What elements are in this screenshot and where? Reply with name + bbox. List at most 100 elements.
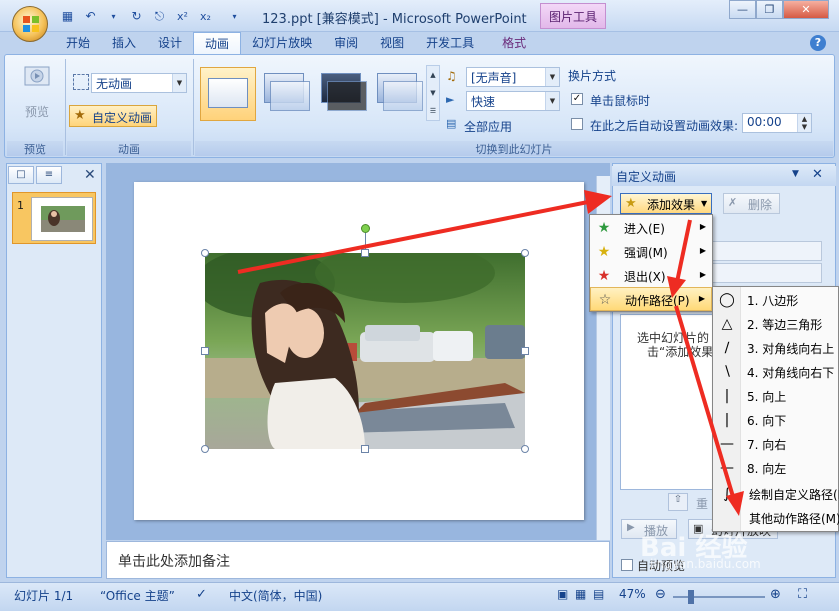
fit-window-icon[interactable]: ⛶ [798,587,807,602]
slides-tab-icon[interactable]: □ [8,166,34,184]
superscript-icon[interactable]: x² [173,7,192,25]
zoom-out-icon[interactable]: ⊖ [655,587,666,602]
tab-animations[interactable]: 动画 [193,32,242,54]
apply-all-button[interactable]: ▤ 全部应用 [446,115,556,135]
transition-fade-2[interactable] [317,69,367,113]
resize-handle[interactable] [521,445,529,453]
line-down-icon: | [724,412,730,428]
menu-item-label: 2. 等边三角形 [747,318,823,332]
menu-item-label: 5. 向上 [747,390,787,404]
view-slideshow-icon[interactable]: ▤ [593,587,604,601]
on-click-checkbox[interactable]: ✓ [571,93,583,105]
status-language: 中文(简体，中国) [229,589,323,603]
animation-combo[interactable]: 无动画 ▼ [91,73,187,93]
window-title: 123.ppt [兼容模式] - Microsoft PowerPoint [262,12,527,27]
chevron-down-icon: ▼ [701,199,708,208]
delete-button[interactable]: ✗ 删除 [723,193,780,214]
notes-pane[interactable]: 单击此处添加备注 [106,541,610,579]
menu-item-right[interactable]: — 7. 向右 [713,432,839,456]
resize-handle[interactable] [521,249,529,257]
sound-combo[interactable]: [无声音] ▼ [466,67,560,87]
zoom-thumb[interactable] [688,590,694,604]
sound-combo-value: [无声音] [471,71,517,85]
tab-slideshow[interactable]: 幻灯片放映 [241,32,323,54]
speed-combo-value: 快速 [471,95,496,109]
menu-item-label: 绘制自定义路径(D) [749,488,839,502]
office-button[interactable] [12,6,48,42]
customize-qat-icon[interactable]: ▾ [225,7,244,25]
resize-handle[interactable] [521,347,529,355]
resize-handle[interactable] [361,445,369,453]
zoom-in-icon[interactable]: ⊕ [770,587,781,602]
resize-handle[interactable] [361,249,369,257]
tab-format[interactable]: 格式 [491,32,537,54]
transition-fade-1[interactable] [260,69,310,113]
tab-design[interactable]: 设计 [147,32,193,54]
outline-tab-icon[interactable]: ≡ [36,166,62,184]
tab-developer[interactable]: 开发工具 [415,32,485,54]
subscript-icon[interactable]: x₂ [196,7,215,25]
transition-fade-3[interactable] [373,69,423,113]
undo-icon[interactable]: ↶ [81,7,100,25]
start-combo[interactable] [707,241,822,261]
tab-view[interactable]: 视图 [369,32,415,54]
gallery-scroll[interactable]: ▲ ▼ ☰ [426,65,440,121]
help-icon[interactable]: ? [810,35,826,51]
speed-combo[interactable]: 快速 ▼ [466,91,560,111]
transition-none[interactable] [200,67,256,121]
play-icon: ▶ [627,522,635,533]
chevron-down-icon[interactable]: ▾ [104,7,123,25]
menu-item-exit[interactable]: ★ 退出(X) ▶ [590,264,712,288]
menu-item-left[interactable]: — 8. 向左 [713,456,839,480]
transition-group-label: 切换到此幻灯片 [195,141,833,156]
resize-handle[interactable] [201,249,209,257]
menu-item-motion-paths[interactable]: ☆ 动作路径(P) ▶ [590,287,712,311]
add-effect-button[interactable]: ★ 添加效果 ▼ [620,193,712,214]
close-icon[interactable]: ✕ [812,167,823,182]
property-combo[interactable] [707,263,822,283]
minimize-button[interactable]: — [729,0,756,19]
slide-thumbnail[interactable]: 1 [12,192,96,244]
slide-picture[interactable] [205,253,525,449]
resize-handle[interactable] [201,347,209,355]
menu-item-label: 退出(X) [624,270,666,284]
after-time-label: 在此之后自动设置动画效果: [590,119,739,133]
resize-handle[interactable] [201,445,209,453]
print-preview-icon[interactable]: ⎋ [150,7,169,25]
redo-icon[interactable]: ↻ [127,7,146,25]
preview-button[interactable]: 预览 [13,61,61,125]
view-normal-icon[interactable]: ▣ [557,587,568,601]
save-icon[interactable]: ▦ [58,7,77,25]
close-button[interactable]: ✕ [783,0,829,19]
chevron-down-icon[interactable]: ▼ [792,169,799,179]
view-sorter-icon[interactable]: ▦ [575,587,586,601]
tab-home[interactable]: 开始 [55,32,101,54]
zoom-slider[interactable] [673,596,765,598]
menu-item-down[interactable]: | 6. 向下 [713,408,839,432]
reorder-up-button[interactable]: ⇧ [668,493,688,511]
menu-item-label: 8. 向左 [747,462,787,476]
menu-item-up[interactable]: | 5. 向上 [713,384,839,408]
time-spinner[interactable]: 00:00 ▲ ▼ [742,113,812,133]
after-time-checkbox[interactable] [571,118,583,130]
close-icon[interactable]: ✕ [84,167,96,183]
menu-item-emphasis[interactable]: ★ 强调(M) ▶ [590,240,712,264]
line-up-icon: | [724,388,730,404]
submenu-arrow-icon: ▶ [699,222,706,231]
add-effect-menu: ★ 进入(E) ▶ ★ 强调(M) ▶ ★ 退出(X) ▶ ☆ 动作路径(P) … [589,214,713,312]
tab-insert[interactable]: 插入 [101,32,147,54]
menu-item-octagon[interactable]: ◯ 1. 八边形 [713,288,839,312]
spellcheck-icon[interactable]: ✓ [196,587,207,602]
menu-item-entrance[interactable]: ★ 进入(E) ▶ [590,216,712,240]
restore-button[interactable]: ❐ [756,0,783,19]
autopreview-checkbox[interactable] [621,559,633,571]
custom-animation-button[interactable]: ★ 自定义动画 [69,105,157,127]
rotate-handle[interactable] [361,224,370,233]
diag-down-icon: ∖ [722,364,732,380]
menu-item-label: 强调(M) [624,246,668,260]
menu-item-draw-custom[interactable]: ∫ 绘制自定义路径(D) [713,482,839,506]
menu-item-diag-up[interactable]: ∕ 3. 对角线向右上 [713,336,839,360]
menu-item-diag-down[interactable]: ∖ 4. 对角线向右下 [713,360,839,384]
menu-item-triangle[interactable]: △ 2. 等边三角形 [713,312,839,336]
tab-review[interactable]: 审阅 [323,32,369,54]
